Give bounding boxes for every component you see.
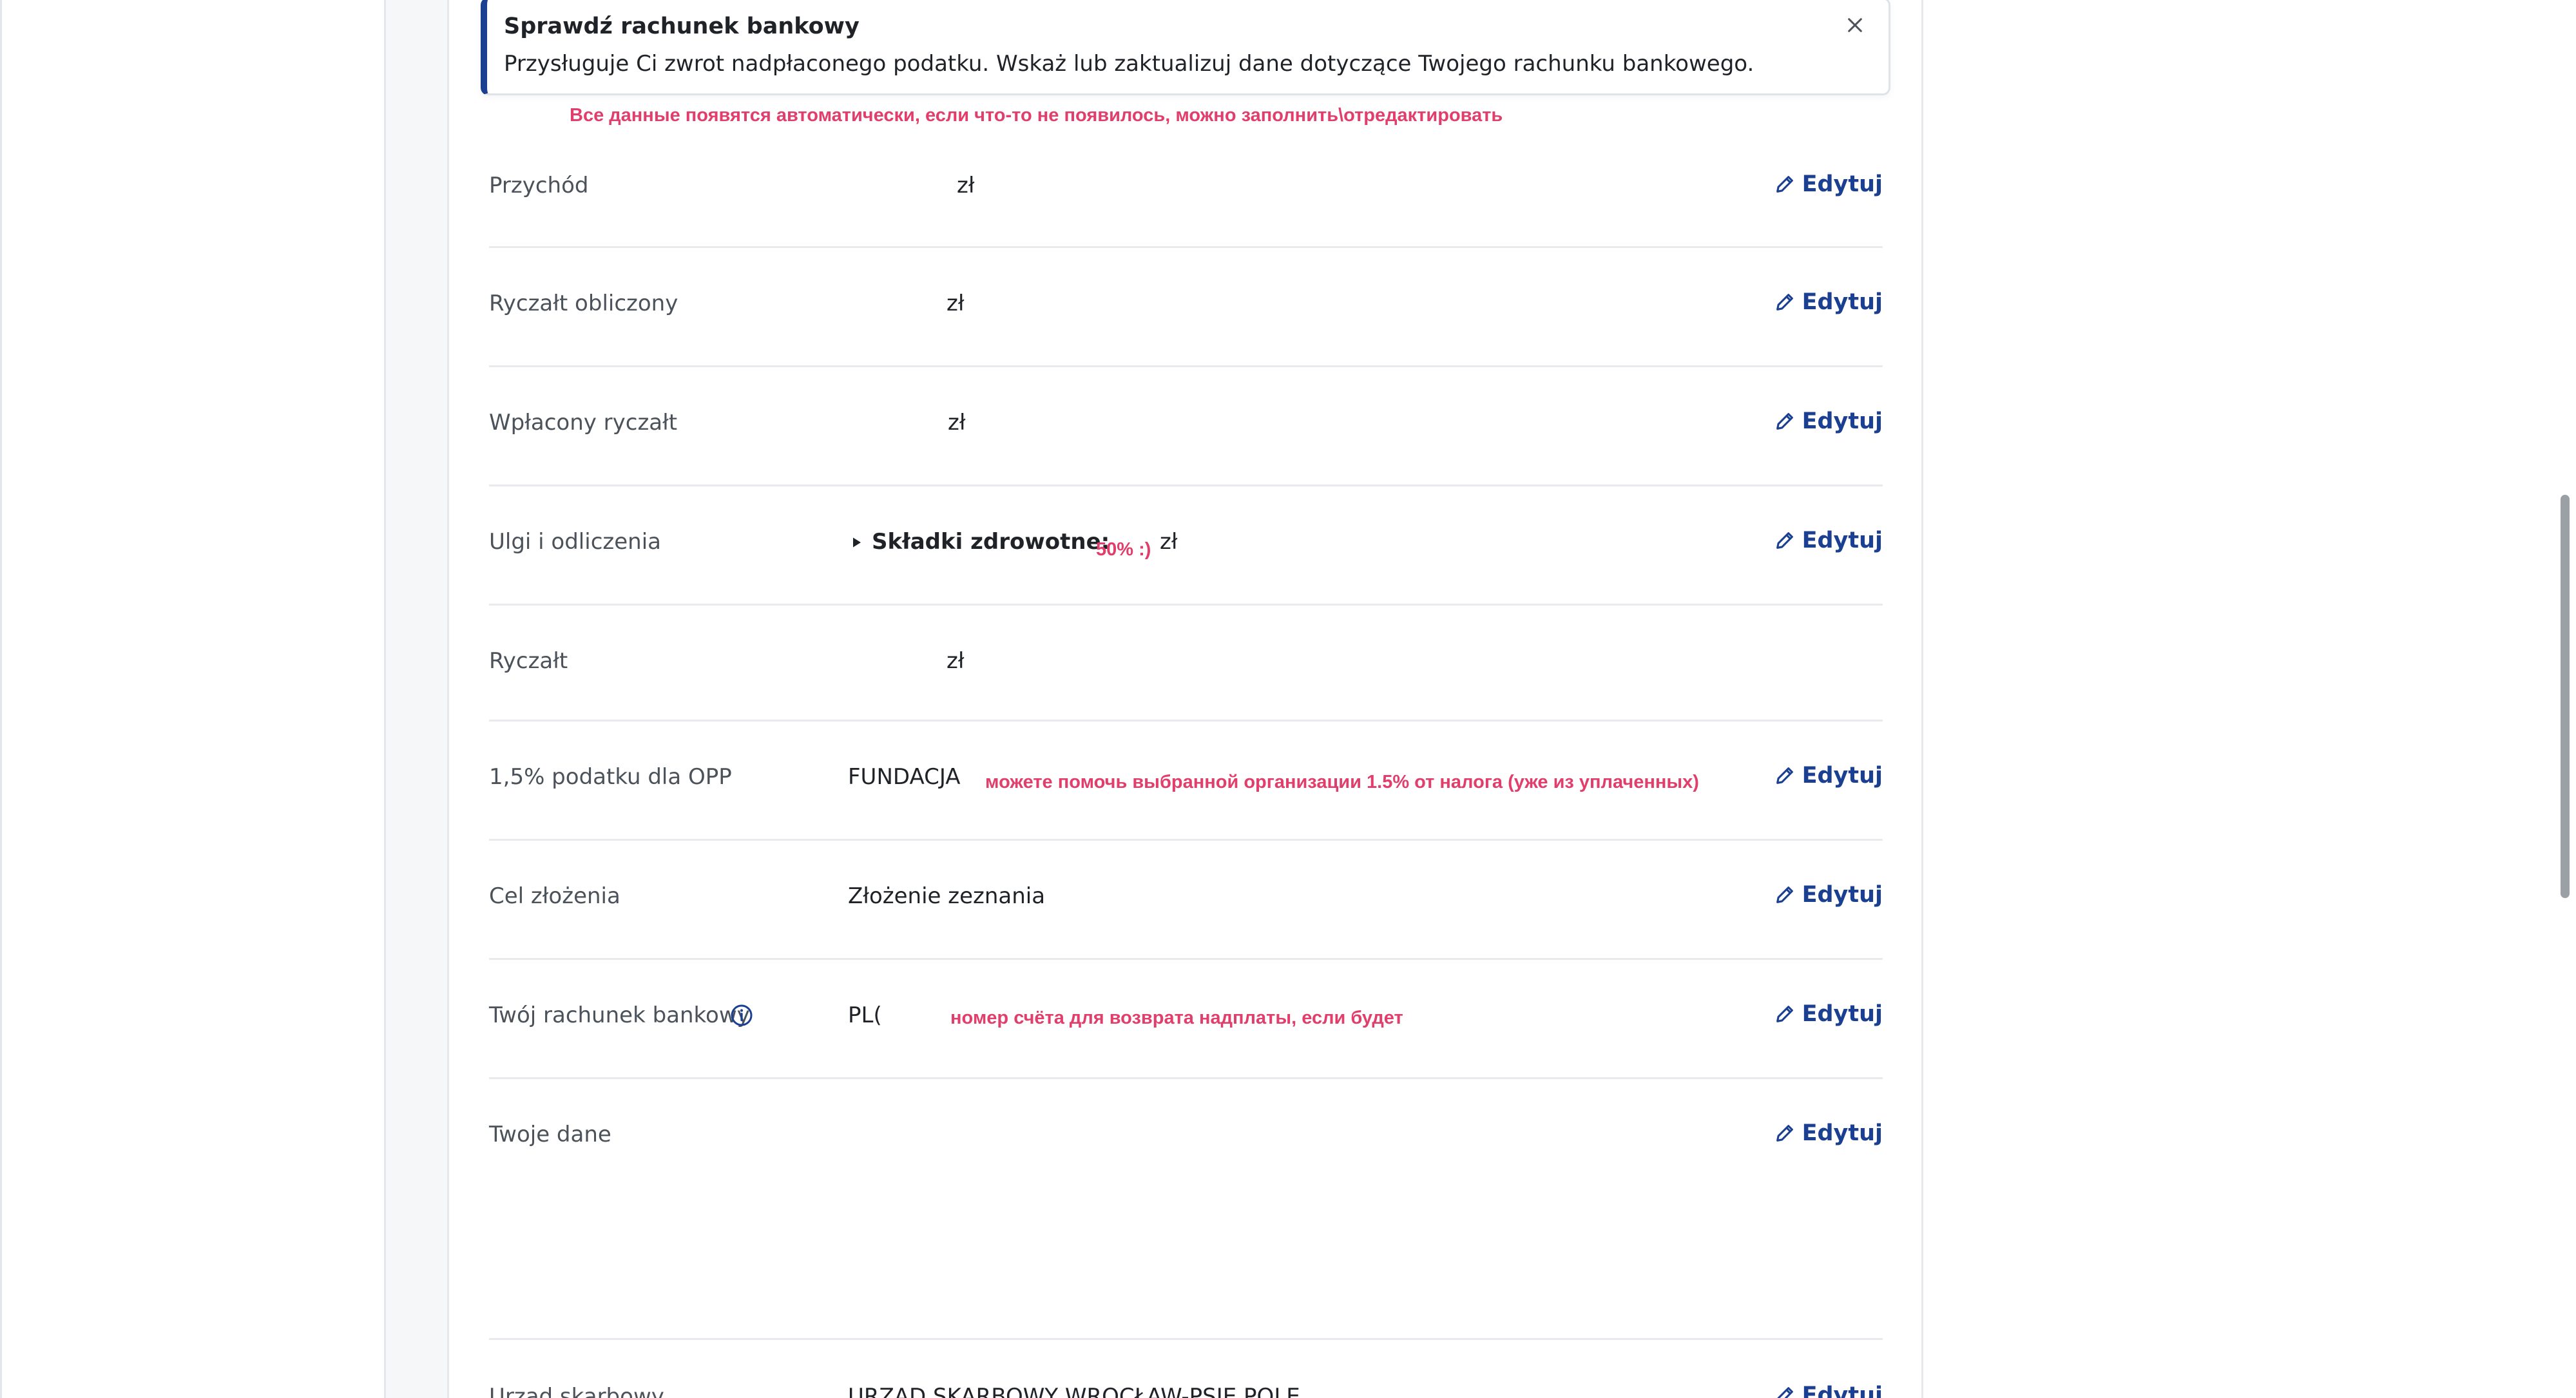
pencil-icon <box>1776 1125 1793 1142</box>
pencil-icon <box>1776 413 1793 430</box>
pencil-icon <box>1776 532 1793 549</box>
row-ryczalt-obliczony: Ryczałt obliczony zł Edytuj <box>489 248 1883 367</box>
row-value: Złożenie zeznania <box>848 883 1046 909</box>
annotation-opp: можете помочь выбранной организации 1.5%… <box>985 772 1699 792</box>
row-value: FUNDACJA <box>848 764 961 790</box>
left-background <box>0 0 386 1398</box>
right-background <box>1923 0 2576 1398</box>
edit-button-twoje-dane[interactable]: Edytuj <box>1774 1120 1883 1146</box>
edit-label: Edytuj <box>1802 289 1883 315</box>
edit-button-ryczalt-obliczony[interactable]: Edytuj <box>1774 289 1883 315</box>
row-urzad-skarbowy: Urząd skarbowy URZĄD SKARBOWY WROCŁAW-PS… <box>489 1340 1883 1398</box>
pencil-icon <box>1776 886 1793 903</box>
alert-text: Przysługuje Ci zwrot nadpłaconego podatk… <box>504 51 1754 77</box>
scrollbar-thumb[interactable] <box>2561 495 2570 898</box>
pencil-icon <box>1776 294 1793 311</box>
edit-label: Edytuj <box>1802 408 1883 434</box>
edit-button-wplacony-ryczalt[interactable]: Edytuj <box>1774 408 1883 434</box>
row-label: 1,5% podatku dla OPP <box>489 764 732 790</box>
pencil-icon <box>1776 767 1793 784</box>
row-label: Ulgi i odliczenia <box>489 529 661 555</box>
edit-button-cel-zlozenia[interactable]: Edytuj <box>1774 882 1883 908</box>
edit-label: Edytuj <box>1802 1383 1883 1398</box>
row-ulgi-odliczenia: Ulgi i odliczenia Składki zdrowotne: 50%… <box>489 486 1883 606</box>
row-value: zł <box>948 410 966 436</box>
row-value: zł <box>947 291 965 316</box>
row-value: URZĄD SKARBOWY WROCŁAW-PSIE POLE <box>848 1384 1300 1398</box>
edit-button-ulgi[interactable]: Edytuj <box>1774 528 1883 553</box>
row-label: Przychód <box>489 173 589 198</box>
row-label: Twoje dane <box>489 1122 611 1147</box>
row-opp: 1,5% podatku dla OPP FUNDACJA можете пом… <box>489 722 1883 841</box>
row-label: Wpłacony ryczałt <box>489 410 678 436</box>
row-przychod: Przychód zł Edytuj <box>489 148 1883 248</box>
annotation-auto-fill: Все данные появятся автоматически, если … <box>570 105 1503 126</box>
row-rachunek-bankowy: Twój rachunek bankowy PL( номер счёта дл… <box>489 960 1883 1079</box>
edit-button-rachunek[interactable]: Edytuj <box>1774 1001 1883 1027</box>
alert-title: Sprawdź rachunek bankowy <box>504 14 860 39</box>
annotation-health: 50% :) <box>1096 539 1151 560</box>
edit-label: Edytuj <box>1802 882 1883 908</box>
info-icon[interactable] <box>730 1004 753 1027</box>
row-value: PL( <box>848 1002 882 1028</box>
health-contributions-unit: zł <box>1160 529 1178 555</box>
edit-button-przychod[interactable]: Edytuj <box>1774 171 1883 197</box>
row-label: Ryczałt obliczony <box>489 291 678 316</box>
edit-label: Edytuj <box>1802 1001 1883 1027</box>
health-contributions-value: Składki zdrowotne: <box>872 529 1110 555</box>
expand-triangle-icon[interactable] <box>852 537 862 548</box>
edit-button-urzad[interactable]: Edytuj <box>1774 1383 1883 1398</box>
row-label: Urząd skarbowy <box>489 1384 664 1398</box>
edit-button-opp[interactable]: Edytuj <box>1774 763 1883 789</box>
row-label: Cel złożenia <box>489 883 620 909</box>
row-value: zł <box>957 173 975 198</box>
pencil-icon <box>1777 1387 1793 1398</box>
pencil-icon <box>1776 176 1793 193</box>
close-icon[interactable] <box>1845 15 1865 35</box>
row-wplacony-ryczalt: Wpłacony ryczałt zł Edytuj <box>489 367 1883 486</box>
row-value: zł <box>947 648 965 674</box>
edit-label: Edytuj <box>1802 763 1883 789</box>
edit-label: Edytuj <box>1802 528 1883 553</box>
left-gutter <box>386 0 449 1398</box>
row-label: Twój rachunek bankowy <box>489 1002 750 1028</box>
annotation-bank: номер счёта для возврата надплаты, если … <box>950 1008 1403 1028</box>
row-twoje-dane: Twoje dane Edytuj <box>489 1079 1883 1340</box>
edit-label: Edytuj <box>1802 171 1883 197</box>
row-label: Ryczałt <box>489 648 568 674</box>
pencil-icon <box>1776 1006 1793 1022</box>
bank-account-alert: Sprawdź rachunek bankowy Przysługuje Ci … <box>481 0 1890 95</box>
row-cel-zlozenia: Cel złożenia Złożenie zeznania Edytuj <box>489 841 1883 960</box>
edit-label: Edytuj <box>1802 1120 1883 1146</box>
row-ryczalt: Ryczałt zł <box>489 606 1883 722</box>
